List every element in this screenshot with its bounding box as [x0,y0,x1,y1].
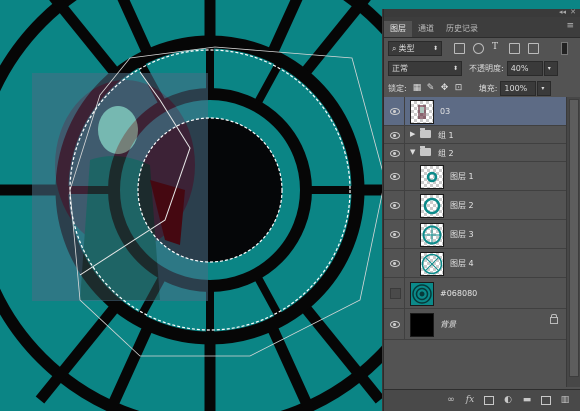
layer-thumbnail [410,313,434,337]
layers-scrollbar[interactable] [566,97,580,387]
layer-row-fill[interactable]: #068080 [384,278,566,309]
filter-kind-select[interactable]: ⌕ 类型 ⬍ [388,40,442,56]
layer-name: 03 [440,106,451,116]
blend-mode-select[interactable]: 正常 ⬍ [388,60,462,76]
filter-toggle-switch[interactable] [561,42,568,55]
thumbnail-image [418,105,426,119]
thumbnail-ring [426,171,438,183]
blend-mode-value: 正常 [392,63,408,73]
layer-name: 图层 1 [450,171,474,181]
folder-icon [420,146,431,156]
tab-layers[interactable]: 图层 [384,21,412,37]
type-filter-icon[interactable]: T [492,42,501,52]
chevron-down-icon: ⬍ [452,64,458,72]
layer-name: 背景 [440,319,456,329]
tab-history[interactable]: 历史记录 [440,21,484,37]
new-group-icon[interactable]: ▬ [522,396,532,405]
lock-label: 锁定: [388,83,407,93]
layer-row-layer-1[interactable]: 图层 1 [384,162,566,191]
layer-thumbnail [410,282,434,306]
layer-row-background[interactable]: 背景 [384,309,566,340]
close-panel-icon[interactable]: ✕ [570,8,576,16]
shape-filter-icon[interactable] [509,42,520,54]
visibility-eye-icon[interactable] [390,149,400,157]
collapse-arrow-icon[interactable]: ▼ [410,148,415,156]
opacity-dropdown-icon[interactable]: ▾ [543,60,558,76]
layers-panel: ◂◂ ✕ 图层 通道 历史记录 ≡ ⌕ 类型 ⬍ T 正常 ⬍ 不透明度: 40… [383,8,580,411]
mask-icon[interactable] [484,396,494,405]
new-layer-icon[interactable] [541,396,551,405]
collapse-panel-icon[interactable]: ◂◂ [559,8,566,16]
lock-transparent-icon[interactable]: ▦ [413,84,422,93]
adjustment-icon[interactable]: ◐ [503,396,513,405]
visibility-hidden-icon[interactable] [390,288,401,299]
visibility-eye-icon[interactable] [390,107,400,115]
layer-name: 图层 2 [450,200,474,210]
chevron-down-icon: ⬍ [432,44,438,52]
link-icon[interactable]: ∞ [446,396,456,405]
blend-opacity-row: 正常 ⬍ 不透明度: 40% ▾ [384,58,580,78]
trash-icon[interactable]: ▥ [560,396,570,405]
panel-tabs: 图层 通道 历史记录 ≡ [384,17,580,38]
search-icon: ⌕ [392,43,397,53]
expand-arrow-icon[interactable]: ▶ [410,130,415,138]
layer-thumbnail [420,252,444,276]
visibility-eye-icon[interactable] [390,230,400,238]
thumbnail-ring [423,197,441,215]
fill-input[interactable]: 100% [500,80,537,96]
layer-name: 图层 3 [450,229,474,239]
layer-row-03[interactable]: 03 [384,97,566,126]
layer-thumbnail [420,165,444,189]
layer-name: 组 1 [438,131,454,140]
adjustment-filter-icon[interactable] [473,42,484,54]
visibility-eye-icon[interactable] [390,172,400,180]
layers-bottom-toolbar: ∞ fx ◐ ▬ ▥ [384,389,580,411]
visibility-eye-icon[interactable] [390,201,400,209]
scrollbar-thumb[interactable] [569,99,579,377]
layer-row-group-2[interactable]: ▼ 组 2 [384,144,566,162]
lock-move-icon[interactable]: ✥ [441,84,449,93]
visibility-eye-icon[interactable] [390,259,400,267]
filter-kind-value: 类型 [398,43,415,53]
thumbnail-pattern [412,284,432,304]
tab-channels[interactable]: 通道 [412,21,440,37]
lock-fill-row: 锁定: ▦ ✎ ✥ ⊡ 填充: 100% ▾ [384,78,580,98]
layer-row-layer-2[interactable]: 图层 2 [384,191,566,220]
panel-menu-icon[interactable]: ≡ [566,21,574,31]
lock-all-icon[interactable]: ⊡ [455,84,463,93]
layer-thumbnail [420,194,444,218]
layer-thumbnail [420,223,444,247]
layer-name: 图层 4 [450,258,474,268]
layer-list: 03 ▶ 组 1 ▼ 组 2 图层 1 图层 2 图层 3 图层 4 #0680… [384,97,566,340]
lock-icon [550,314,558,324]
layer-thumbnail [410,100,434,124]
fill-dropdown-icon[interactable]: ▾ [537,80,552,96]
layer-name: #068080 [440,288,478,298]
layer-row-group-1[interactable]: ▶ 组 1 [384,126,566,144]
smart-object-filter-icon[interactable] [528,42,539,54]
fx-icon[interactable]: fx [465,396,475,405]
opacity-input[interactable]: 40% [506,60,543,76]
layer-name: 组 2 [438,149,454,158]
thumbnail-ring [421,253,443,275]
panel-title-bar: ◂◂ ✕ [384,8,580,17]
lock-paint-icon[interactable]: ✎ [427,84,435,93]
layer-filter-row: ⌕ 类型 ⬍ T [384,38,580,58]
visibility-eye-icon[interactable] [390,320,400,328]
visibility-eye-icon[interactable] [390,131,400,139]
fill-label: 填充: [478,83,498,93]
image-filter-icon[interactable] [454,42,465,54]
layer-row-layer-3[interactable]: 图层 3 [384,220,566,249]
folder-icon [420,128,431,138]
opacity-label: 不透明度: [469,63,504,73]
thumbnail-ring [422,225,442,245]
layer-row-layer-4[interactable]: 图层 4 [384,249,566,278]
